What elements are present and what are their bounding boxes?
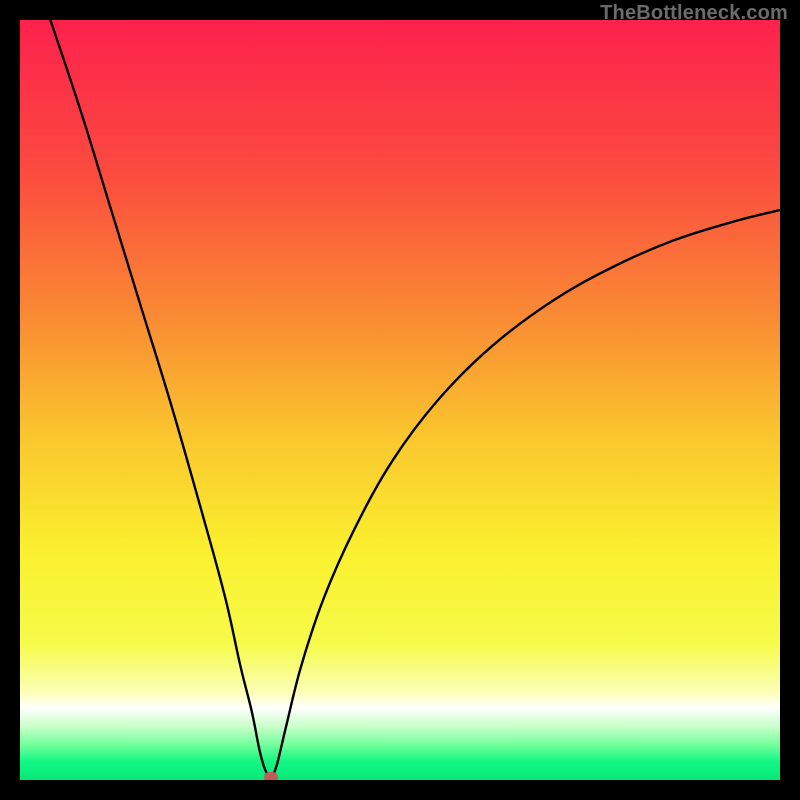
bottleneck-curve (20, 20, 780, 780)
minimum-marker (264, 772, 278, 780)
watermark-label: TheBottleneck.com (600, 2, 788, 25)
plot-area (20, 20, 780, 780)
chart-stage: TheBottleneck.com (0, 0, 800, 800)
